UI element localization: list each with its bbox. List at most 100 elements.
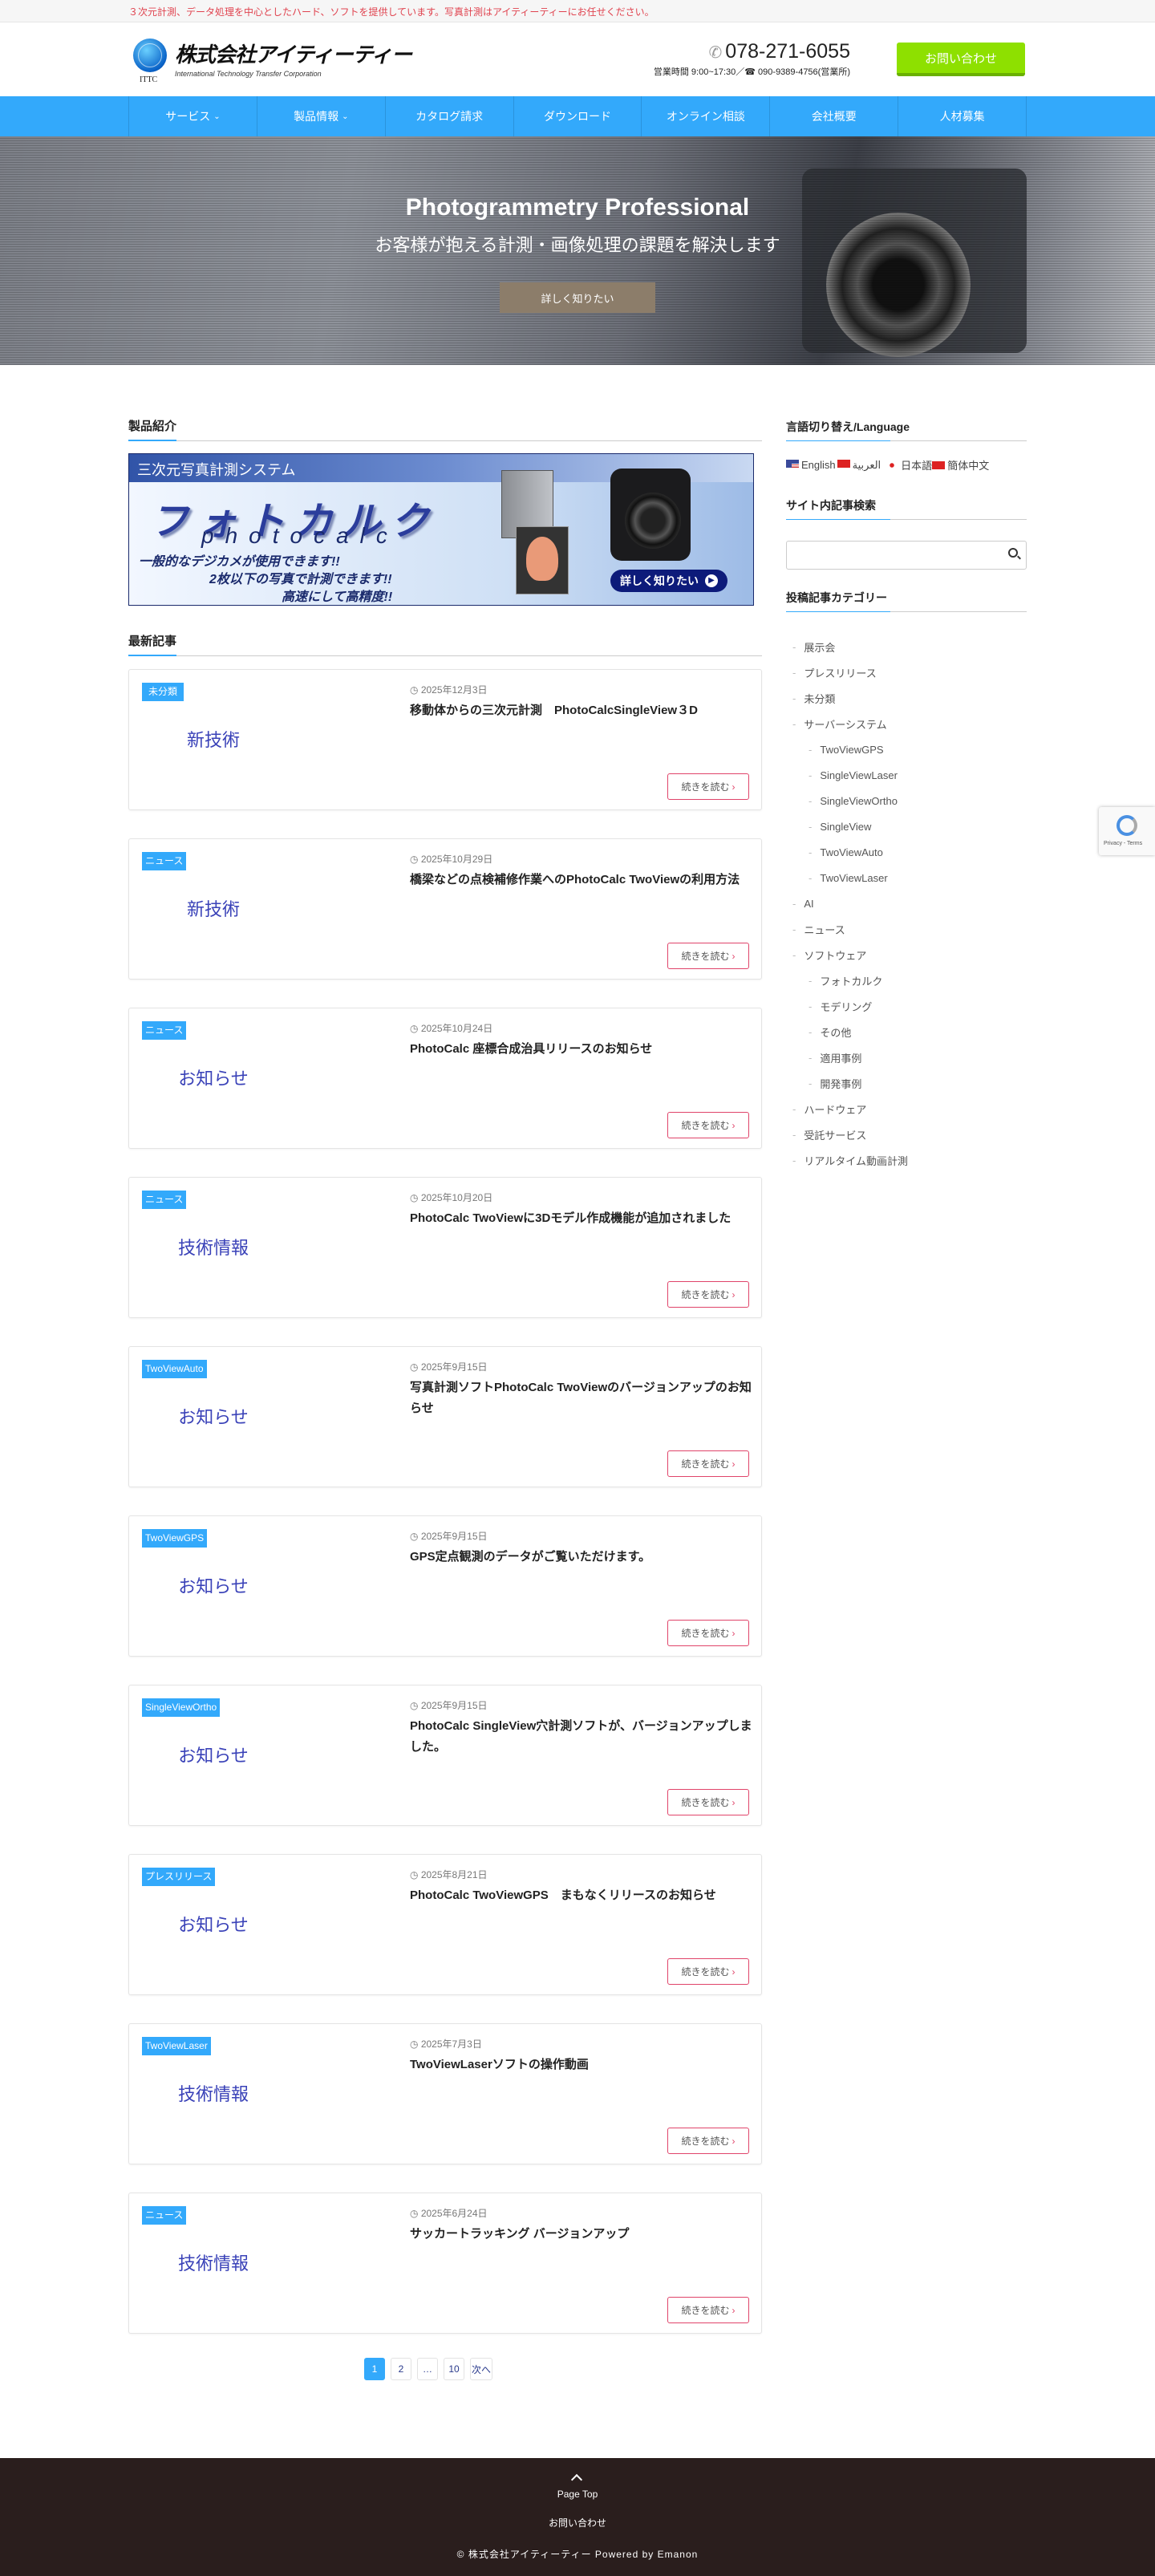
post-thumbnail[interactable]: お知らせ xyxy=(153,1742,274,1767)
post-card[interactable]: SingleViewOrtho お知らせ ◷ 2025年9月15日 PhotoCalc… xyxy=(128,1685,762,1826)
category-item[interactable]: TwoViewGPS xyxy=(786,736,908,762)
post-title[interactable]: 移動体からの三次元計測 PhotoCalcSingleView３D xyxy=(410,700,755,721)
read-more-button[interactable]: 続きを読む › xyxy=(667,1789,749,1815)
category-item[interactable]: TwoViewLaser xyxy=(786,865,908,890)
category-item[interactable]: フォトカルク xyxy=(786,968,908,993)
category-item[interactable]: ハードウェア xyxy=(786,1096,908,1122)
recaptcha-badge[interactable]: Privacy - Terms xyxy=(1099,807,1155,855)
category-item[interactable]: ニュース xyxy=(786,916,908,942)
category-badge[interactable]: プレスリリース xyxy=(142,1868,216,1886)
post-thumbnail[interactable]: 技術情報 xyxy=(153,1234,274,1260)
language-japanese[interactable]: 日本語 xyxy=(886,457,932,473)
post-card[interactable]: プレスリリース お知らせ ◷ 2025年8月21日 PhotoCalc TwoView… xyxy=(128,1854,762,1995)
category-item[interactable]: 開発事例 xyxy=(786,1070,908,1096)
post-date-text: 2025年10月29日 xyxy=(420,854,493,865)
post-thumbnail[interactable]: 新技術 xyxy=(153,895,274,921)
search-input[interactable] xyxy=(787,542,995,569)
post-card[interactable]: ニュース 技術情報 ◷ 2025年10月20日 PhotoCalc TwoViewに3… xyxy=(128,1177,762,1318)
recaptcha-links[interactable]: Privacy - Terms xyxy=(1104,841,1142,846)
category-item[interactable]: サーバーシステム xyxy=(786,711,908,736)
post-thumbnail[interactable]: 新技術 xyxy=(153,726,274,752)
category-item[interactable]: リアルタイム動画計測 xyxy=(786,1147,908,1173)
category-badge[interactable]: ニュース xyxy=(142,852,187,870)
category-badge[interactable]: TwoViewAuto xyxy=(142,1360,207,1378)
hero-learn-more-button[interactable]: 詳しく知りたい xyxy=(500,282,655,313)
search-icon[interactable] xyxy=(1008,548,1018,558)
category-badge[interactable]: 未分類 xyxy=(142,683,184,701)
category-item[interactable]: SingleViewLaser xyxy=(786,762,908,788)
category-item[interactable]: 未分類 xyxy=(786,685,908,711)
category-item[interactable]: 受託サービス xyxy=(786,1122,908,1147)
category-badge[interactable]: SingleViewOrtho xyxy=(142,1698,221,1717)
read-more-button[interactable]: 続きを読む › xyxy=(667,1112,749,1138)
category-badge[interactable]: TwoViewGPS xyxy=(142,1529,208,1548)
category-item[interactable]: プレスリリース xyxy=(786,659,908,685)
language-chinese[interactable]: 簡体中文 xyxy=(932,457,989,473)
category-item[interactable]: ソフトウェア xyxy=(786,942,908,968)
post-thumbnail[interactable]: 技術情報 xyxy=(153,2080,274,2106)
category-badge[interactable]: ニュース xyxy=(142,2206,187,2225)
read-more-button[interactable]: 続きを読む › xyxy=(667,1281,749,1308)
post-thumbnail[interactable]: お知らせ xyxy=(153,1065,274,1090)
category-item[interactable]: モデリング xyxy=(786,993,908,1019)
chevron-up-icon[interactable] xyxy=(570,2473,583,2486)
category-badge[interactable]: ニュース xyxy=(142,1021,187,1040)
post-thumbnail[interactable]: お知らせ xyxy=(153,1572,274,1598)
category-item[interactable]: AI xyxy=(786,890,908,916)
read-more-button[interactable]: 続きを読む › xyxy=(667,943,749,969)
read-more-button[interactable]: 続きを読む › xyxy=(667,1450,749,1477)
post-card[interactable]: ニュース 新技術 ◷ 2025年10月29日 橋梁などの点検補修作業へのPhotoCa… xyxy=(128,838,762,980)
post-title[interactable]: GPS定点観測のデータがご覧いただけます。 xyxy=(410,1547,755,1568)
contact-button[interactable]: お問い合わせ xyxy=(897,43,1025,76)
post-thumbnail[interactable]: 技術情報 xyxy=(153,2249,274,2275)
category-item[interactable]: 適用事例 xyxy=(786,1045,908,1070)
nav-item-5[interactable]: 会社概要 xyxy=(770,96,899,136)
read-more-button[interactable]: 続きを読む › xyxy=(667,1958,749,1985)
read-more-button[interactable]: 続きを読む › xyxy=(667,2128,749,2154)
category-item[interactable]: TwoViewAuto xyxy=(786,839,908,865)
page-top-link[interactable]: Page Top xyxy=(0,2489,1155,2500)
nav-item-2[interactable]: カタログ請求 xyxy=(386,96,514,136)
site-logo[interactable]: ITTC 株式会社アイティーティー International Technolo… xyxy=(133,39,412,84)
post-thumbnail[interactable]: お知らせ xyxy=(153,1911,274,1937)
category-badge[interactable]: TwoViewLaser xyxy=(142,2037,211,2055)
language-arabic[interactable]: العربية xyxy=(837,459,881,472)
post-card[interactable]: ニュース お知らせ ◷ 2025年10月24日 PhotoCalc 座標合成治具リリー… xyxy=(128,1008,762,1149)
read-more-button[interactable]: 続きを読む › xyxy=(667,2297,749,2323)
page-10[interactable]: 10 xyxy=(444,2358,464,2380)
nav-item-6[interactable]: 人材募集 xyxy=(898,96,1027,136)
post-title[interactable]: PhotoCalc 座標合成治具リリースのお知らせ xyxy=(410,1039,755,1060)
post-title[interactable]: PhotoCalc SingleView穴計測ソフトが、バージョンアップしました… xyxy=(410,1716,755,1758)
language-english[interactable]: English xyxy=(786,459,836,472)
nav-item-0[interactable]: サービス ⌄ xyxy=(129,96,257,136)
post-card[interactable]: TwoViewLaser 技術情報 ◷ 2025年7月3日 TwoViewLaserソ… xyxy=(128,2023,762,2164)
read-more-button[interactable]: 続きを読む › xyxy=(667,773,749,800)
page-1[interactable]: 1 xyxy=(364,2358,385,2380)
banner-learn-more-button[interactable]: 詳しく知りたい ▶ xyxy=(610,570,727,592)
post-card[interactable]: TwoViewGPS お知らせ ◷ 2025年9月15日 GPS定点観測のデータがご覧… xyxy=(128,1515,762,1657)
page-2[interactable]: 2 xyxy=(391,2358,411,2380)
footer-contact-link[interactable]: お問い合わせ xyxy=(0,2516,1155,2529)
post-thumbnail[interactable]: お知らせ xyxy=(153,1403,274,1429)
category-item[interactable]: SingleViewOrtho xyxy=(786,788,908,813)
next-page-button[interactable]: 次へ xyxy=(470,2358,492,2380)
nav-item-3[interactable]: ダウンロード xyxy=(514,96,642,136)
post-title[interactable]: TwoViewLaserソフトの操作動画 xyxy=(410,2055,755,2075)
category-item[interactable]: 展示会 xyxy=(786,634,908,659)
post-title[interactable]: 橋梁などの点検補修作業へのPhotoCalc TwoViewの利用方法 xyxy=(410,870,755,890)
post-title[interactable]: PhotoCalc TwoViewに3Dモデル作成機能が追加されました xyxy=(410,1208,755,1229)
post-title[interactable]: 写真計測ソフトPhotoCalc TwoViewのバージョンアップのお知らせ xyxy=(410,1377,755,1419)
post-title[interactable]: サッカートラッキング バージョンアップ xyxy=(410,2224,755,2245)
nav-item-1[interactable]: 製品情報 ⌄ xyxy=(257,96,386,136)
read-more-button[interactable]: 続きを読む › xyxy=(667,1620,749,1646)
post-title[interactable]: PhotoCalc TwoViewGPS まもなくリリースのお知らせ xyxy=(410,1885,755,1906)
post-card[interactable]: ニュース 技術情報 ◷ 2025年6月24日 サッカートラッキング バージョンアップ続… xyxy=(128,2193,762,2334)
post-card[interactable]: TwoViewAuto お知らせ ◷ 2025年9月15日 写真計測ソフトPhotoC… xyxy=(128,1346,762,1487)
category-badge[interactable]: ニュース xyxy=(142,1191,187,1209)
category-item[interactable]: その他 xyxy=(786,1019,908,1045)
post-card[interactable]: 未分類 新技術 ◷ 2025年12月3日 移動体からの三次元計測 PhotoCalcS… xyxy=(128,669,762,810)
category-item[interactable]: SingleView xyxy=(786,813,908,839)
phone-number[interactable]: 078-271-6055 xyxy=(725,40,850,63)
nav-item-4[interactable]: オンライン相談 xyxy=(642,96,771,136)
photocalc-banner[interactable]: 三次元写真計測システム フォトカルク photocalc 一般的なデジカメが使用… xyxy=(128,453,754,606)
